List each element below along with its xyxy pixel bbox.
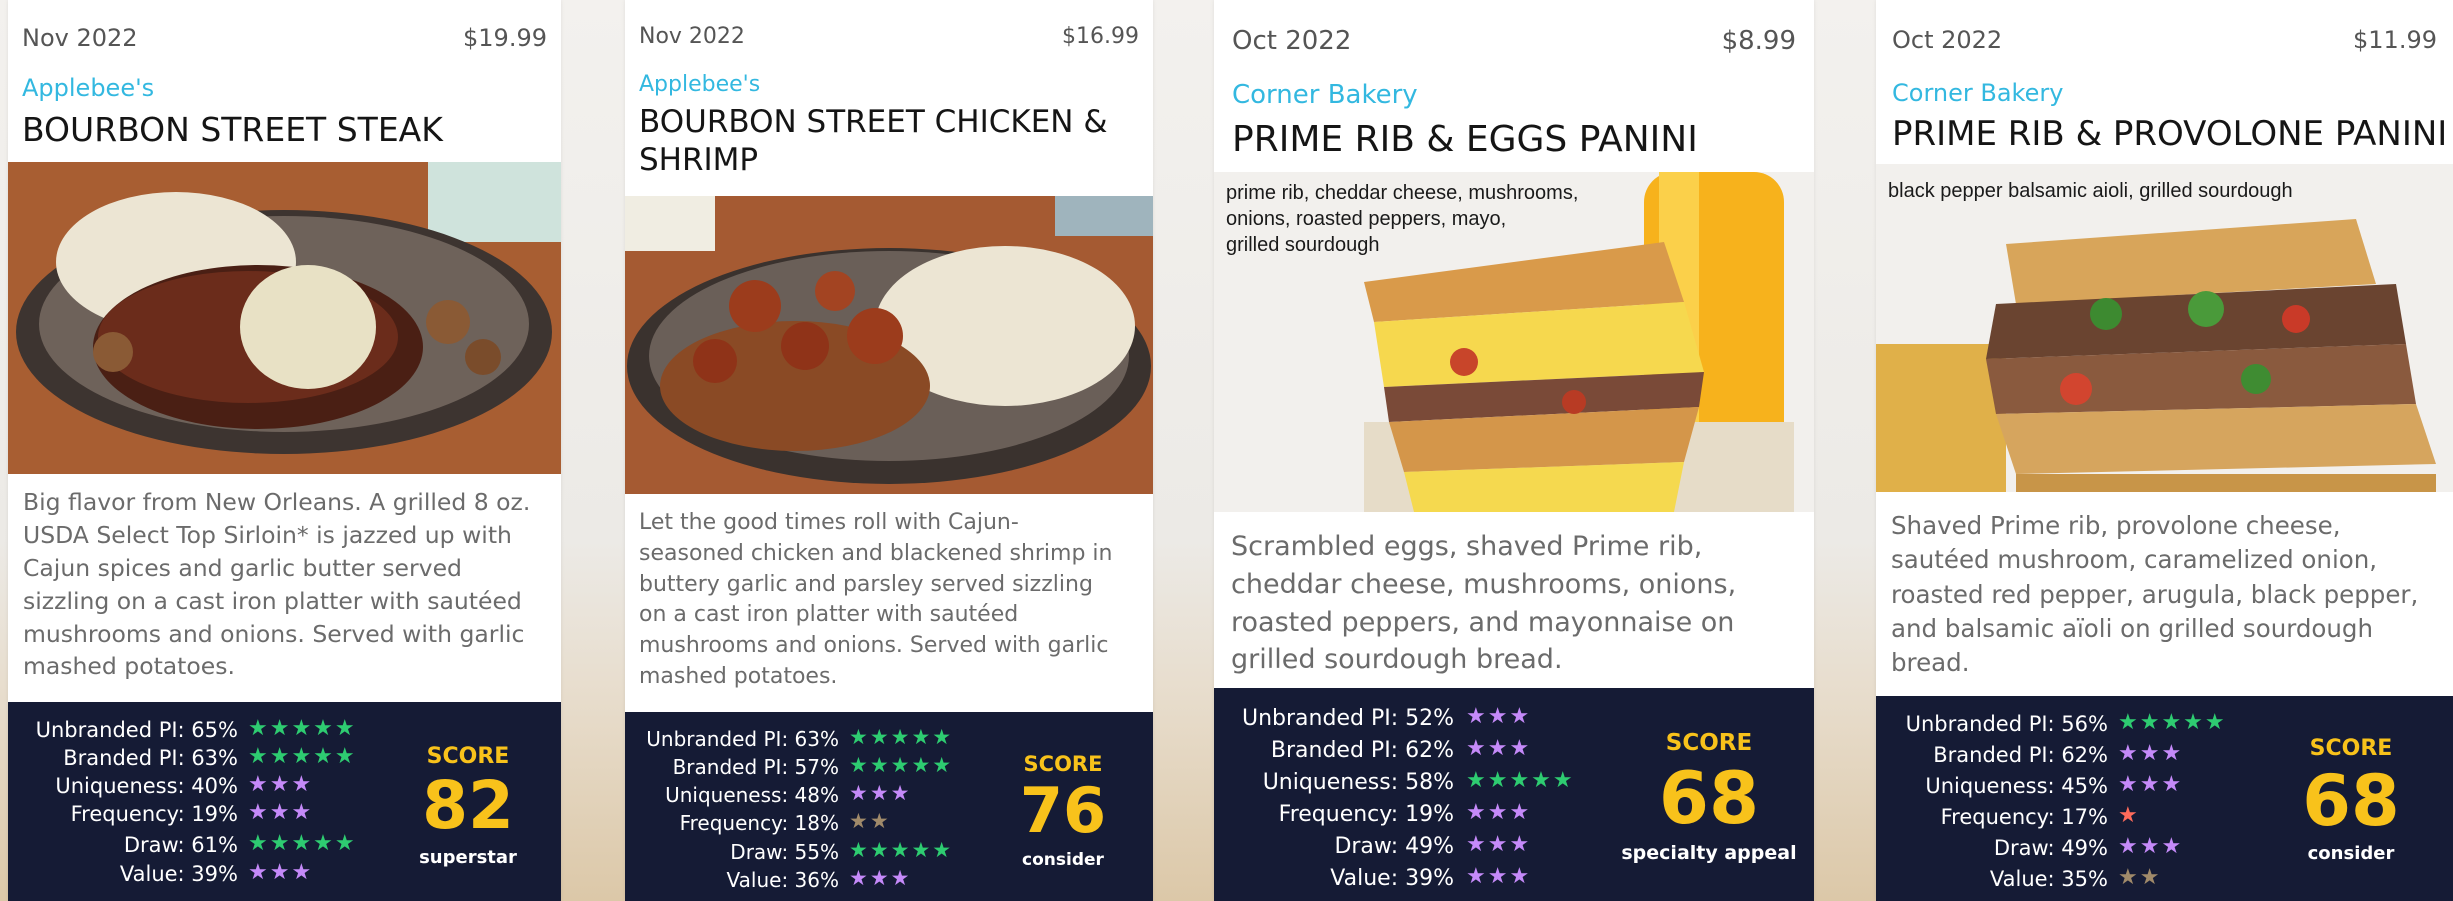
metric-label: Frequency: 19% [70,802,238,826]
menu-item-card[interactable]: Oct 2022 $11.99 Corner Bakery PRIME RIB … [1876,0,2453,901]
item-title: PRIME RIB & EGGS PANINI [1232,119,1698,160]
item-title: BOURBON STREET STEAK [22,110,443,149]
launch-date: Nov 2022 [639,24,745,49]
metric-label: Draw: 55% [730,840,839,864]
price: $19.99 [463,24,547,52]
star-rating: ★★ [2118,865,2162,890]
price: $16.99 [1062,24,1139,49]
star-rating: ★★★ [2118,834,2184,859]
food-photo [1876,164,2453,492]
metric-label: Value: 35% [1989,867,2108,891]
score-value: 82 [422,767,514,844]
metric-label: Branded PI: 62% [1933,743,2108,767]
item-title: BOURBON STREET CHICKEN & SHRIMP [639,104,1108,178]
food-photo [8,162,561,474]
metric-label: Unbranded PI: 65% [35,718,238,742]
star-rating: ★★★ [248,772,314,797]
star-rating: ★★★★★ [849,725,954,749]
star-rating: ★★★★★ [849,838,954,862]
photo-caption: black pepper balsamic aioli, grilled sou… [1888,180,2293,202]
metric-label: Uniqueness: 48% [665,783,839,807]
metrics-panel: Unbranded PI: 65% ★★★★★ Branded PI: 63% … [8,702,561,901]
star-rating: ★★★ [248,800,314,825]
launch-date: Oct 2022 [1892,26,2003,54]
star-rating: ★★★★★ [248,744,357,769]
metric-label: Unbranded PI: 56% [1905,712,2108,736]
metrics-panel: Unbranded PI: 52% ★★★ Branded PI: 62% ★★… [1214,688,1814,901]
item-title: PRIME RIB & PROVOLONE PANINI [1892,114,2448,154]
metric-label: Uniqueness: 58% [1262,770,1454,795]
star-rating: ★★★★★ [2118,710,2227,735]
launch-date: Nov 2022 [22,24,138,52]
star-rating: ★★★ [849,781,912,805]
score-value: 76 [1019,774,1107,847]
metrics-panel: Unbranded PI: 63% ★★★★★ Branded PI: 57% … [625,712,1153,901]
metric-label: Draw: 61% [123,833,238,857]
star-rating: ★★★ [1466,704,1532,729]
metric-label: Draw: 49% [1334,834,1454,859]
star-rating: ★★★★★ [248,831,357,856]
star-rating: ★★★ [1466,800,1532,825]
item-description: Shaved Prime rib, provolone cheese, saut… [1891,511,2419,678]
metric-label: Uniqueness: 40% [55,774,238,798]
score-tier: specialty appeal [1621,842,1797,864]
score-tier: consider [2307,843,2395,864]
star-rating: ★★★★★ [248,716,357,741]
brand-link[interactable]: Corner Bakery [1892,79,2063,107]
metric-label: Uniqueness: 45% [1925,774,2108,798]
star-rating: ★★ [849,809,891,833]
score-tier: superstar [419,847,517,868]
metric-label: Frequency: 17% [1940,805,2108,829]
score-label: SCORE [1023,752,1103,776]
metric-label: Value: 36% [726,868,839,892]
metric-label: Value: 39% [119,862,238,886]
score-value: 68 [2302,760,2400,842]
metric-label: Frequency: 18% [679,811,839,835]
score-label: SCORE [1665,730,1753,756]
star-rating: ★ [2118,803,2140,828]
star-rating: ★★★★★ [1466,768,1575,793]
item-description: Big flavor from New Orleans. A grilled 8… [23,488,531,681]
metric-label: Unbranded PI: 52% [1242,706,1454,731]
metric-label: Frequency: 19% [1278,802,1454,827]
launch-date: Oct 2022 [1232,26,1352,56]
price: $11.99 [2353,26,2437,54]
metric-label: Branded PI: 57% [672,755,839,779]
star-rating: ★★★ [2118,741,2184,766]
star-rating: ★★★ [1466,736,1532,761]
score-label: SCORE [426,744,510,769]
brand-link[interactable]: Applebee's [639,72,760,97]
metric-label: Value: 39% [1330,866,1454,891]
menu-item-card[interactable]: Nov 2022 $19.99 Applebee's BOURBON STREE… [8,0,561,901]
star-rating: ★★★ [2118,772,2184,797]
brand-link[interactable]: Applebee's [22,74,154,102]
menu-item-card[interactable]: Oct 2022 $8.99 Corner Bakery PRIME RIB &… [1214,0,1814,901]
star-rating: ★★★★★ [849,753,954,777]
metric-label: Branded PI: 63% [63,746,238,770]
item-description: Scrambled eggs, shaved Prime rib, chedda… [1231,531,1737,676]
star-rating: ★★★ [248,860,314,885]
metrics-panel: Unbranded PI: 56% ★★★★★ Branded PI: 62% … [1876,696,2453,901]
score-tier: consider [1022,850,1104,870]
star-rating: ★★★ [1466,832,1532,857]
star-rating: ★★★ [849,866,912,890]
metric-label: Draw: 49% [1993,836,2108,860]
metric-label: Unbranded PI: 63% [646,727,839,751]
score-value: 68 [1658,756,1760,840]
score-label: SCORE [2309,736,2393,761]
item-description: Let the good times roll with Cajun- seas… [639,510,1113,689]
star-rating: ★★★ [1466,864,1532,889]
menu-item-card[interactable]: Nov 2022 $16.99 Applebee's BOURBON STREE… [625,0,1153,901]
brand-link[interactable]: Corner Bakery [1232,80,1418,110]
photo-caption: prime rib, cheddar cheese, mushrooms, on… [1226,182,1579,256]
price: $8.99 [1721,26,1796,56]
food-photo [625,196,1153,494]
metric-label: Branded PI: 62% [1270,738,1454,763]
